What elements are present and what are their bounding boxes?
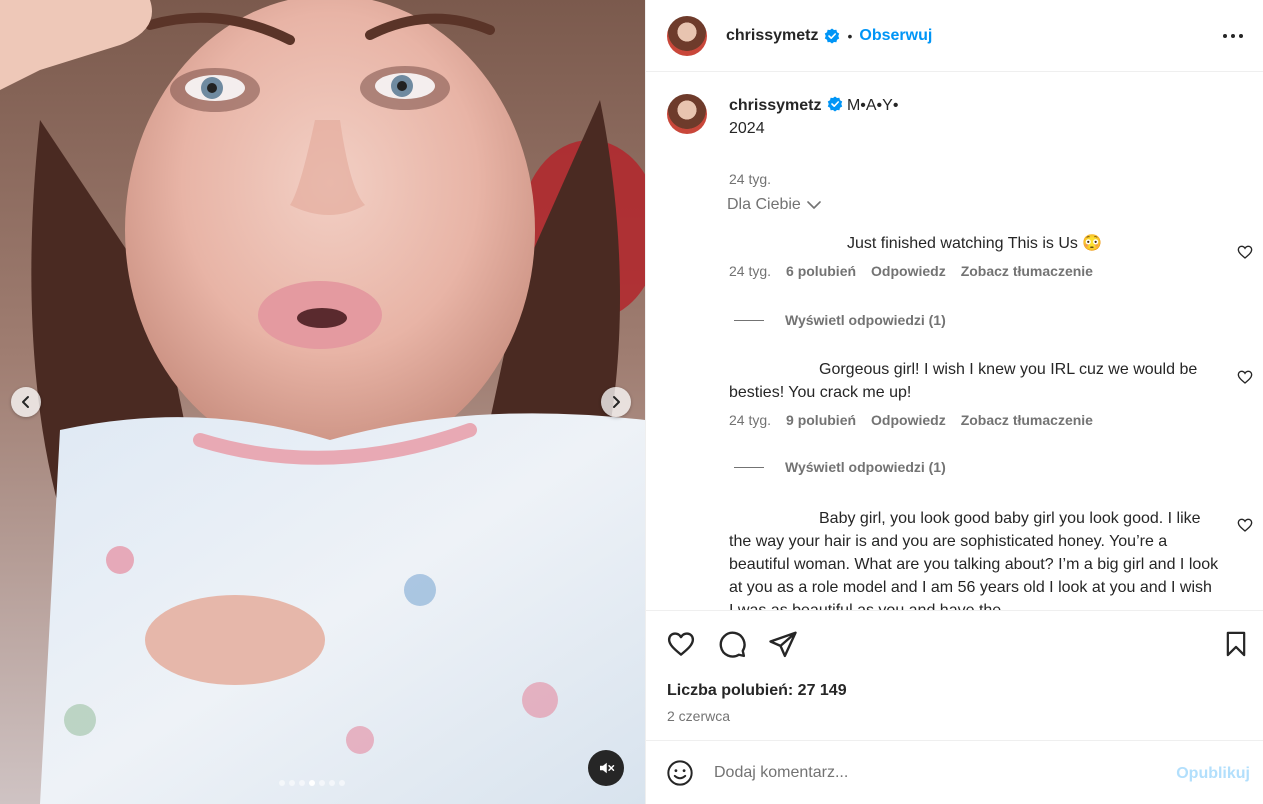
replies-line bbox=[734, 319, 764, 321]
comment-item: Gorgeous girl! I wish I knew you IRL cuz… bbox=[729, 358, 1219, 428]
publish-button[interactable]: Opublikuj bbox=[1176, 765, 1250, 783]
more-icon[interactable] bbox=[1222, 26, 1244, 46]
view-replies-button[interactable]: Wyświetl odpowiedzi (1) bbox=[734, 312, 946, 328]
replies-line bbox=[734, 466, 764, 468]
post-header: chrissymetz • Obserwuj bbox=[646, 0, 1263, 72]
comment-time[interactable]: 24 tyg. bbox=[729, 412, 771, 428]
view-replies-label: Wyświetl odpowiedzi (1) bbox=[785, 312, 946, 328]
comment-item: Baby girl, you look good baby girl you l… bbox=[729, 507, 1219, 610]
author-username[interactable]: chrissymetz bbox=[726, 27, 819, 45]
bookmark-icon[interactable] bbox=[1222, 629, 1250, 659]
follow-button[interactable]: Obserwuj bbox=[859, 27, 932, 45]
likes-count[interactable]: Liczba polubień: 27 149 bbox=[667, 682, 847, 700]
post-media[interactable] bbox=[0, 0, 645, 804]
comment-likes[interactable]: 9 polubień bbox=[786, 412, 856, 428]
carousel-dot bbox=[299, 780, 305, 786]
share-icon[interactable] bbox=[768, 629, 798, 659]
post-sidebar: chrissymetz • Obserwuj chrissymetz M•A•Y… bbox=[645, 0, 1263, 804]
add-comment-bar: Opublikuj bbox=[646, 740, 1263, 804]
post-actions: Liczba polubień: 27 149 2 czerwca bbox=[646, 610, 1263, 740]
mute-button[interactable] bbox=[588, 750, 624, 786]
comment-meta: 24 tyg. 6 polubień Odpowiedz Zobacz tłum… bbox=[729, 263, 1219, 279]
post-date[interactable]: 2 czerwca bbox=[667, 708, 730, 724]
translate-button[interactable]: Zobacz tłumaczenie bbox=[961, 263, 1093, 279]
comment-item: Just finished watching This is Us 😳 24 t… bbox=[729, 232, 1219, 279]
post-photo bbox=[0, 0, 645, 804]
verified-icon bbox=[824, 28, 839, 43]
emoji-icon[interactable] bbox=[666, 759, 694, 787]
carousel-dot bbox=[319, 780, 325, 786]
comment-text: Just finished watching This is Us 😳 bbox=[847, 235, 1103, 252]
comment-meta: 24 tyg. 9 polubień Odpowiedz Zobacz tłum… bbox=[729, 412, 1219, 428]
carousel-dot bbox=[309, 780, 315, 786]
filter-label: Dla Ciebie bbox=[727, 196, 801, 213]
caption-username[interactable]: chrissymetz bbox=[729, 97, 822, 114]
caption-line1: M•A•Y• bbox=[846, 97, 899, 114]
separator: • bbox=[847, 27, 853, 44]
caption-line2: 2024 bbox=[729, 120, 765, 137]
reply-button[interactable]: Odpowiedz bbox=[871, 263, 946, 279]
comment-time[interactable]: 24 tyg. bbox=[729, 263, 771, 279]
view-replies-label: Wyświetl odpowiedzi (1) bbox=[785, 459, 946, 475]
caption-time[interactable]: 24 tyg. bbox=[729, 171, 771, 187]
carousel-indicator bbox=[279, 780, 345, 786]
caption-avatar[interactable] bbox=[667, 94, 707, 134]
carousel-dot bbox=[329, 780, 335, 786]
comment-input[interactable] bbox=[714, 763, 1144, 782]
carousel-dot bbox=[279, 780, 285, 786]
mute-icon bbox=[600, 762, 615, 774]
heart-icon[interactable] bbox=[1237, 244, 1253, 260]
view-replies-button[interactable]: Wyświetl odpowiedzi (1) bbox=[734, 459, 946, 475]
chevron-right-icon bbox=[613, 396, 620, 408]
carousel-prev-button[interactable] bbox=[11, 387, 41, 417]
comment-text: Baby girl, you look good baby girl you l… bbox=[729, 510, 1219, 610]
comments-section[interactable]: chrissymetz M•A•Y• 2024 24 tyg. Dla Cieb… bbox=[646, 72, 1263, 610]
translate-button[interactable]: Zobacz tłumaczenie bbox=[961, 412, 1093, 428]
verified-icon bbox=[827, 96, 842, 112]
carousel-dot bbox=[339, 780, 345, 786]
carousel-dot bbox=[289, 780, 295, 786]
carousel-next-button[interactable] bbox=[601, 387, 631, 417]
caption-text: chrissymetz M•A•Y• 2024 bbox=[729, 94, 1209, 140]
comment-text: Gorgeous girl! I wish I knew you IRL cuz… bbox=[729, 361, 1198, 401]
chevron-down-icon bbox=[807, 201, 821, 209]
comment-filter[interactable]: Dla Ciebie bbox=[727, 196, 821, 214]
action-row bbox=[666, 629, 798, 659]
heart-icon[interactable] bbox=[1237, 517, 1253, 533]
reply-button[interactable]: Odpowiedz bbox=[871, 412, 946, 428]
heart-icon[interactable] bbox=[666, 629, 696, 659]
avatar[interactable] bbox=[667, 15, 707, 56]
comment-likes[interactable]: 6 polubień bbox=[786, 263, 856, 279]
comment-icon[interactable] bbox=[717, 629, 747, 659]
chevron-left-icon bbox=[22, 396, 29, 408]
heart-icon[interactable] bbox=[1237, 369, 1253, 385]
